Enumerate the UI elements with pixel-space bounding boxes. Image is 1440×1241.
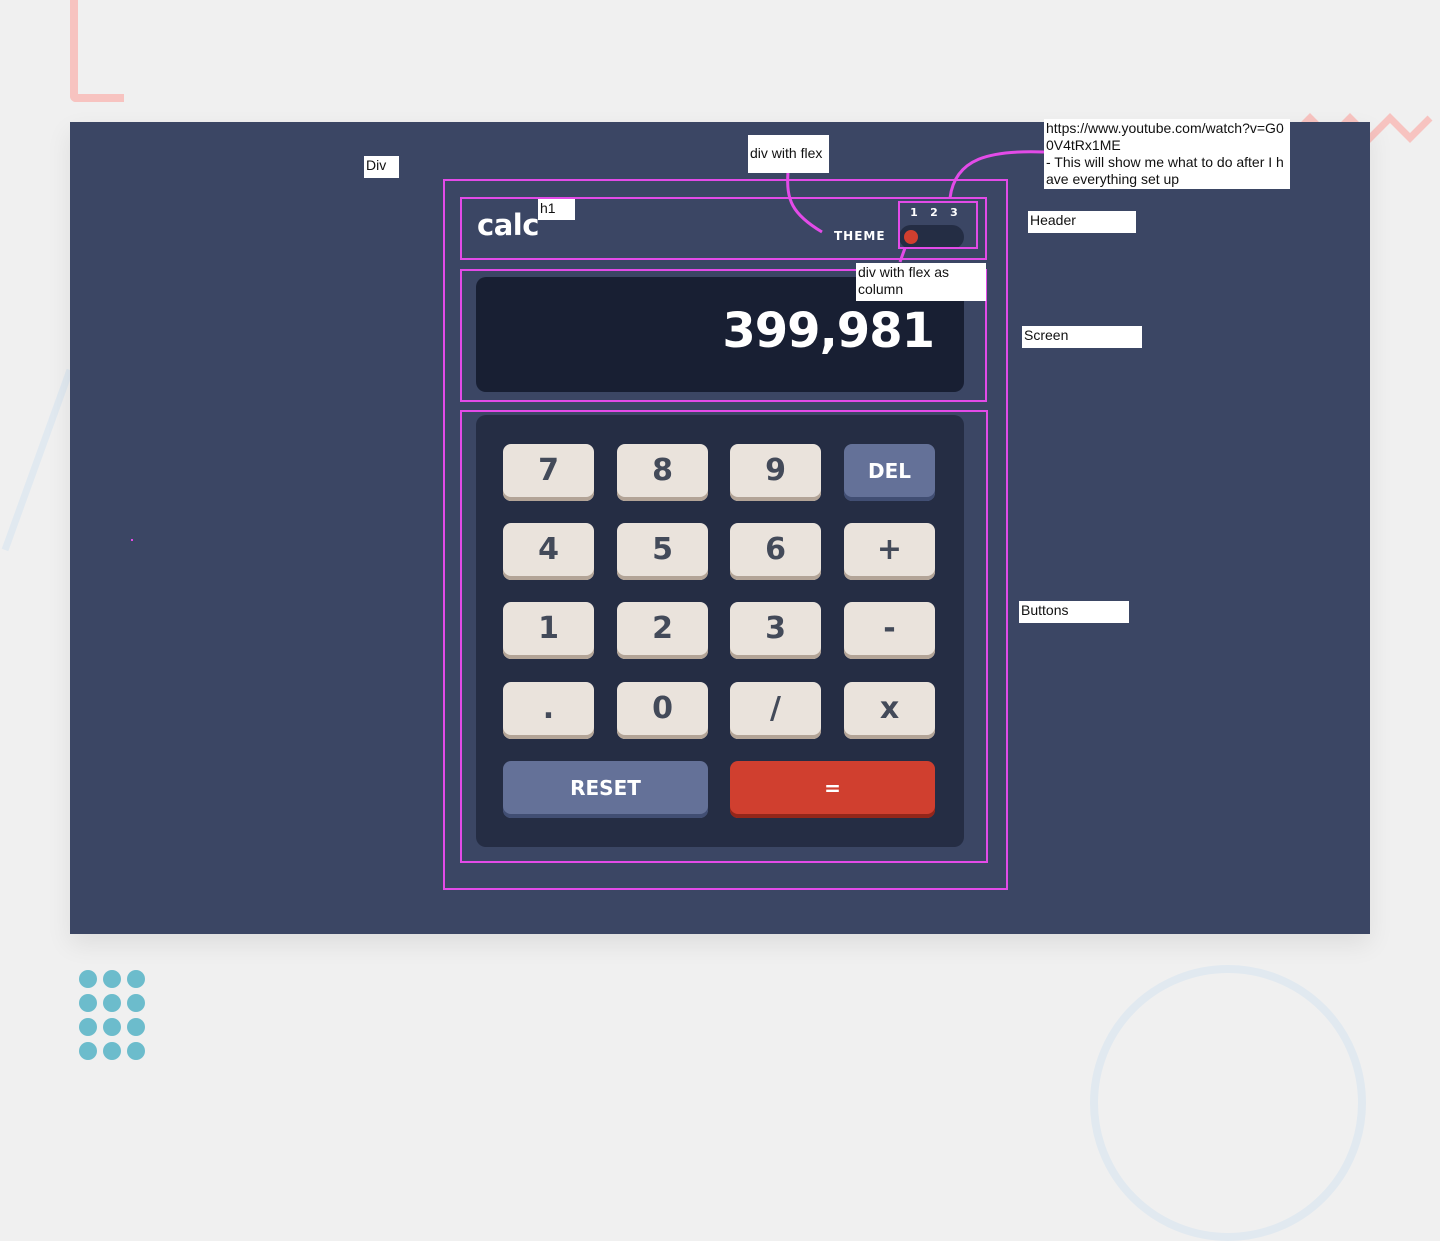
label-div: Div	[364, 156, 399, 178]
label-buttons: Buttons	[1019, 601, 1129, 623]
label-header: Header	[1028, 211, 1136, 233]
label-h1: h1	[538, 199, 575, 220]
annotation-dot	[131, 539, 133, 541]
label-screen: Screen	[1022, 326, 1142, 348]
label-div-with-flex: div with flex	[748, 135, 829, 173]
label-div-with-flex-column: div with flex as column	[856, 263, 986, 301]
label-youtube-note: https://www.youtube.com/watch?v=G00V4tRx…	[1044, 119, 1290, 189]
